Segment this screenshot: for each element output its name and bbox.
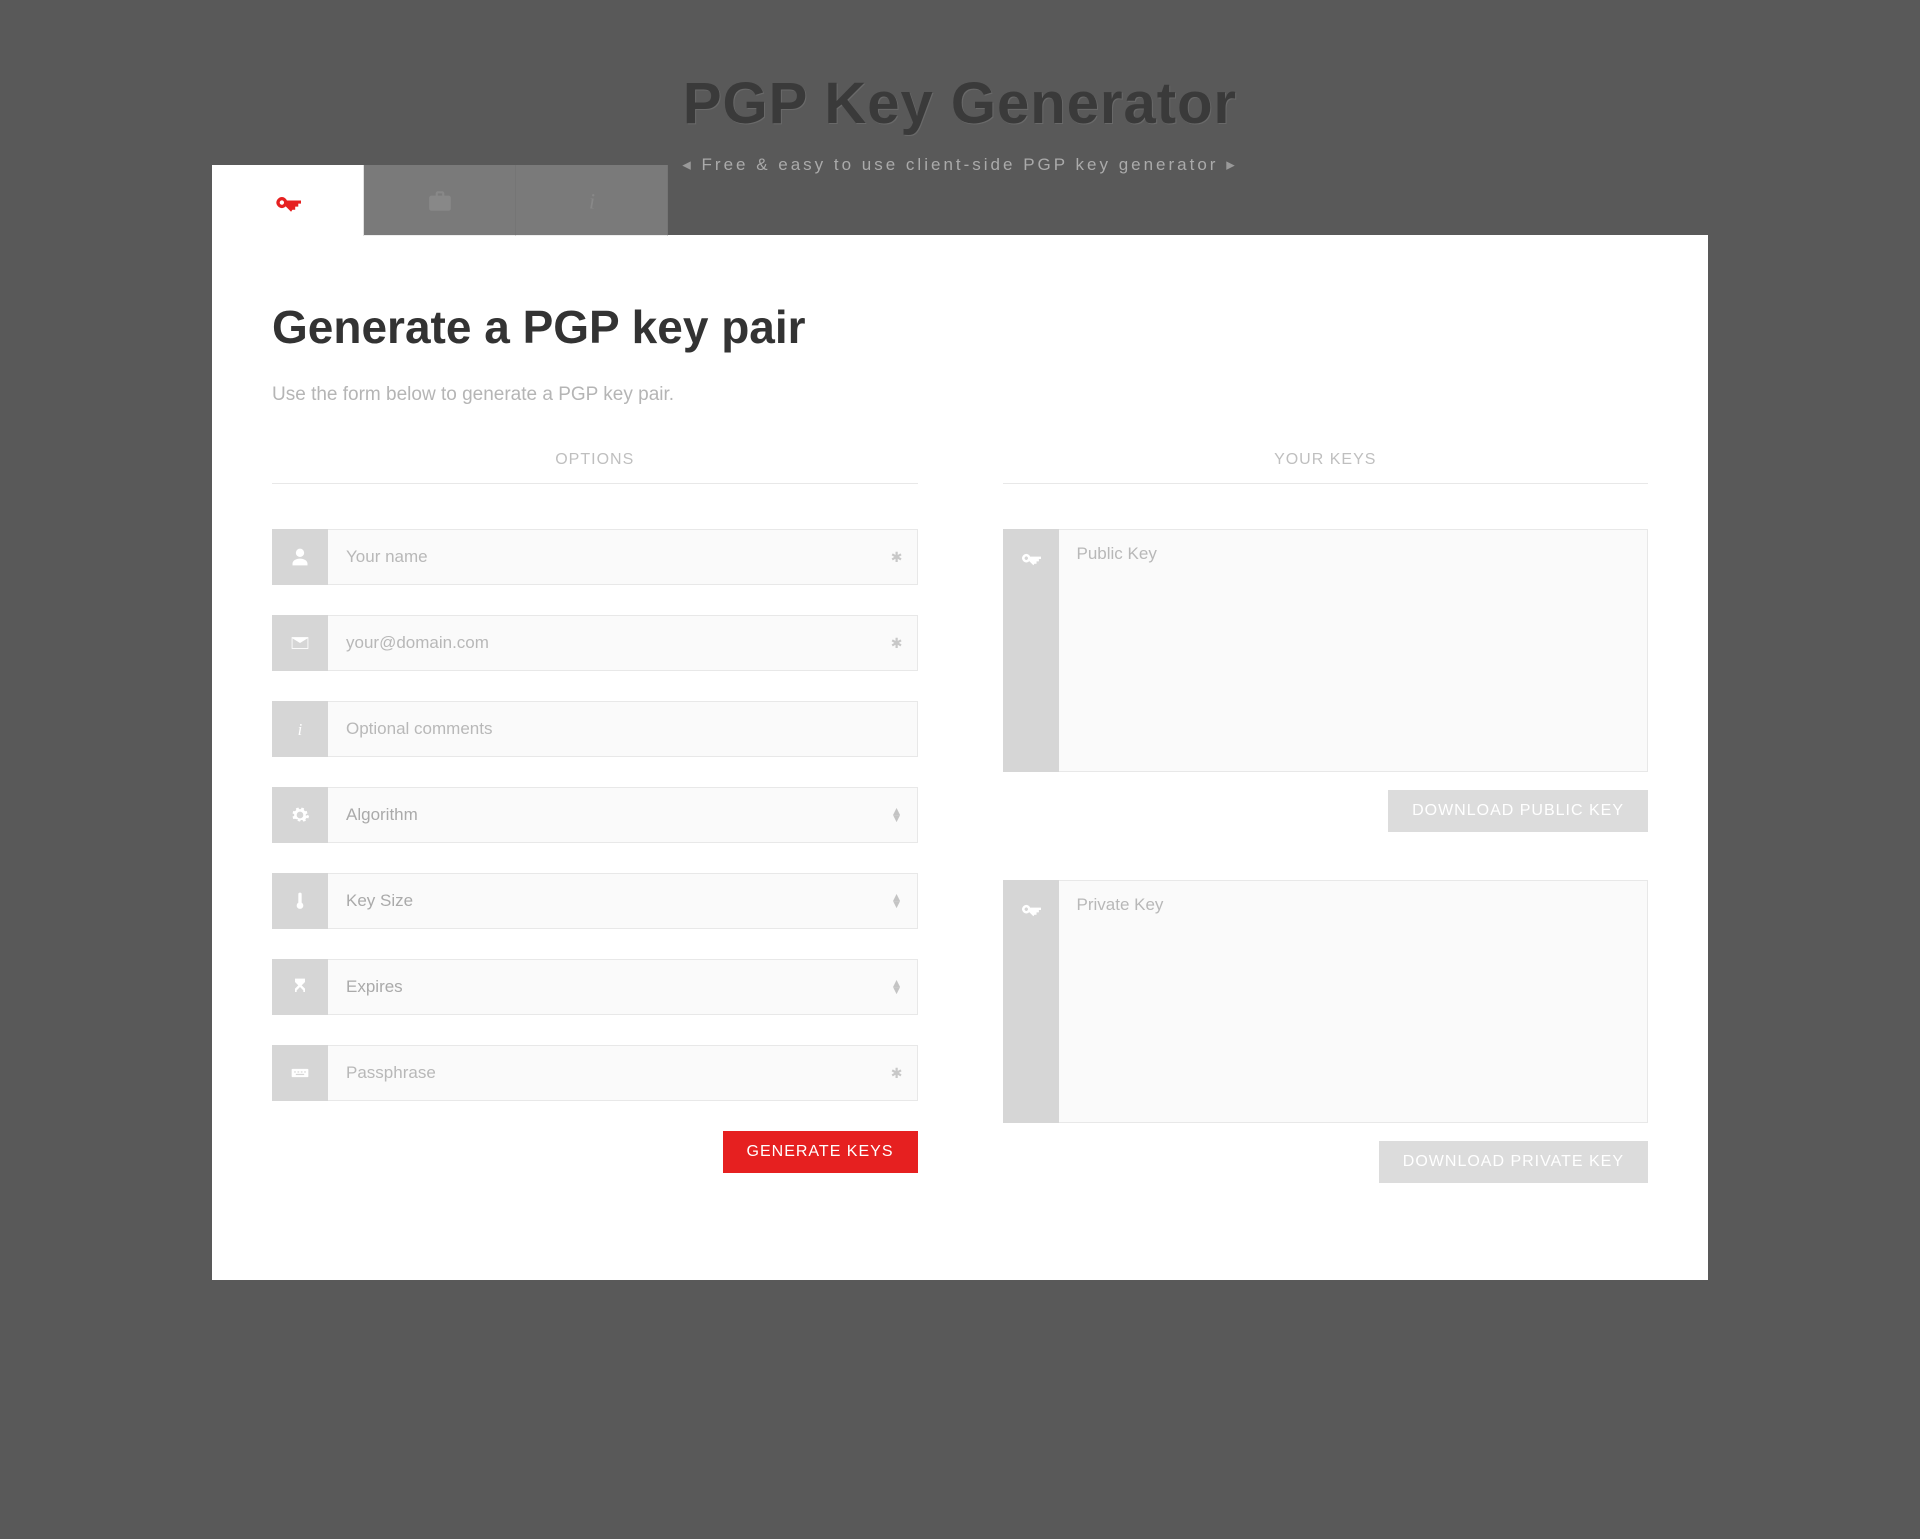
passphrase-input[interactable]: [346, 1063, 899, 1083]
algorithm-row: Algorithm ▲▼: [272, 787, 918, 843]
algorithm-label: Algorithm: [346, 805, 418, 825]
keysize-label: Key Size: [346, 891, 413, 911]
tab-toolbox[interactable]: [364, 165, 516, 236]
public-key-row: [1003, 529, 1649, 772]
tab-bar: i: [212, 165, 668, 236]
person-icon: [272, 529, 328, 585]
main-card: i Generate a PGP key pair Use the form b…: [212, 235, 1708, 1280]
keysize-row: Key Size ▲▼: [272, 873, 918, 929]
tab-info[interactable]: i: [516, 165, 668, 236]
keyboard-icon: [272, 1045, 328, 1101]
briefcase-icon: [427, 188, 453, 214]
thermometer-icon: [272, 873, 328, 929]
section-description: Use the form below to generate a PGP key…: [272, 384, 1648, 406]
chevron-updown-icon: ▲▼: [891, 894, 903, 908]
info-field-icon: i: [272, 701, 328, 757]
gear-icon: [272, 787, 328, 843]
keysize-select[interactable]: Key Size ▲▼: [328, 873, 918, 929]
svg-text:i: i: [298, 720, 303, 739]
keys-header: YOUR KEYS: [1003, 451, 1649, 484]
expires-label: Expires: [346, 977, 403, 997]
svg-text:i: i: [588, 189, 594, 213]
download-public-key-button[interactable]: DOWNLOAD PUBLIC KEY: [1388, 790, 1648, 832]
key-icon: [275, 188, 301, 214]
key-icon: [1003, 880, 1059, 1123]
private-key-row: [1003, 880, 1649, 1123]
keys-column: YOUR KEYS DOWNLOAD PUBLIC KEY: [1003, 451, 1649, 1183]
options-header: OPTIONS: [272, 451, 918, 484]
algorithm-select[interactable]: Algorithm ▲▼: [328, 787, 918, 843]
required-icon: ✱: [891, 635, 903, 652]
tab-generate[interactable]: [212, 165, 364, 236]
chevron-updown-icon: ▲▼: [891, 808, 903, 822]
page-title: PGP Key Generator: [0, 70, 1920, 137]
public-key-output[interactable]: [1077, 544, 1630, 757]
name-row: ✱: [272, 529, 918, 585]
download-private-key-button[interactable]: DOWNLOAD PRIVATE KEY: [1379, 1141, 1648, 1183]
options-column: OPTIONS ✱: [272, 451, 918, 1183]
chevron-updown-icon: ▲▼: [891, 980, 903, 994]
comments-input[interactable]: [346, 719, 899, 739]
email-input[interactable]: [346, 633, 899, 653]
info-icon: i: [579, 188, 605, 214]
expires-select[interactable]: Expires ▲▼: [328, 959, 918, 1015]
private-key-output[interactable]: [1077, 895, 1630, 1108]
comments-row: i: [272, 701, 918, 757]
expires-row: Expires ▲▼: [272, 959, 918, 1015]
name-input[interactable]: [346, 547, 899, 567]
key-icon: [1003, 529, 1059, 772]
mail-icon: [272, 615, 328, 671]
generate-keys-button[interactable]: GENERATE KEYS: [723, 1131, 918, 1173]
passphrase-row: ✱: [272, 1045, 918, 1101]
email-row: ✱: [272, 615, 918, 671]
required-icon: ✱: [891, 549, 903, 566]
section-title: Generate a PGP key pair: [272, 300, 1648, 354]
hourglass-icon: [272, 959, 328, 1015]
required-icon: ✱: [891, 1065, 903, 1082]
